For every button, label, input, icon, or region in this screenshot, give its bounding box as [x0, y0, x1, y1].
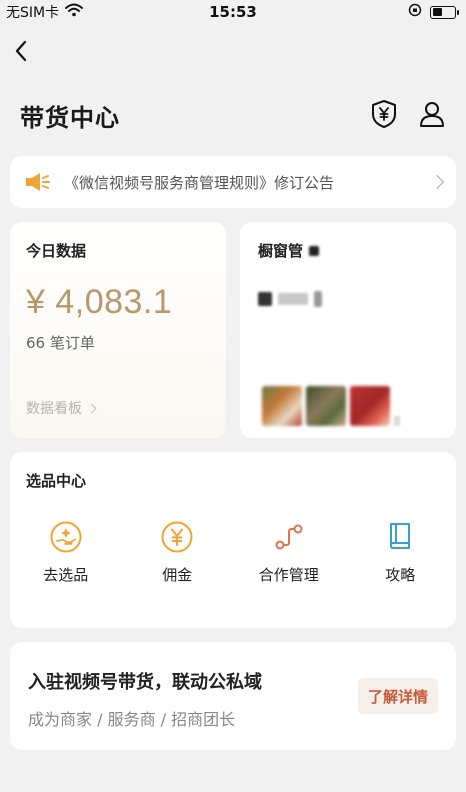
page-title: 带货中心	[20, 104, 120, 132]
announcement-bar[interactable]: 《微信视频号服务商管理规则》修订公告	[10, 156, 456, 208]
redacted-text	[278, 293, 308, 305]
hand-star-icon	[49, 520, 83, 554]
cooperation-management-label: 合作管理	[258, 566, 319, 584]
selection-center-title: 选品中心	[26, 472, 87, 490]
carrier-label: 无SIM卡	[6, 5, 60, 21]
status-bar: 无SIM卡 15:53	[0, 0, 466, 24]
shield-yen-button[interactable]	[368, 98, 400, 130]
chevron-right-icon	[429, 174, 445, 190]
showcase-title-row: 橱窗管	[258, 240, 438, 261]
select-products-label: 去选品	[43, 566, 89, 584]
status-left: 无SIM卡	[6, 2, 84, 22]
product-thumbnail[interactable]	[306, 386, 346, 426]
back-button[interactable]	[8, 36, 34, 66]
product-thumbnail[interactable]	[350, 386, 390, 426]
dashboard-link[interactable]: 数据看板	[26, 398, 97, 418]
chevron-right-icon	[86, 403, 97, 413]
wifi-icon	[65, 3, 84, 21]
battery-icon	[430, 5, 459, 19]
profile-button[interactable]	[416, 98, 448, 130]
cooperation-management-button[interactable]: 合作管理	[233, 520, 345, 585]
connect-nodes-icon	[272, 520, 306, 554]
dashboard-link-label: 数据看板	[26, 401, 82, 417]
megaphone-icon	[26, 173, 50, 191]
learn-more-button[interactable]: 了解详情	[357, 678, 438, 714]
product-thumbnail[interactable]	[262, 386, 302, 426]
selection-center-grid: 去选品 佣金 合作管理 攻略	[10, 520, 456, 585]
commission-button[interactable]: 佣金	[122, 520, 234, 585]
rotation-lock-icon	[408, 3, 422, 21]
today-data-card[interactable]: 今日数据 ¥ 4,083.1 66 笔订单 数据看板	[10, 222, 226, 438]
showcase-card[interactable]: 橱窗管	[240, 222, 456, 438]
person-icon	[420, 102, 444, 127]
redacted-text	[314, 291, 322, 307]
showcase-redacted-line	[258, 291, 438, 307]
status-right	[408, 3, 459, 21]
redacted-text	[309, 245, 320, 256]
guide-button[interactable]: 攻略	[345, 520, 457, 585]
showcase-title: 橱窗管	[258, 242, 304, 260]
back-arrow-icon	[15, 40, 27, 62]
commission-label: 佣金	[162, 566, 193, 584]
showcase-thumbnails	[262, 386, 400, 426]
join-promo-card[interactable]: 入驻视频号带货，联动公私域 成为商家 / 服务商 / 招商团长 了解详情	[10, 642, 456, 750]
today-data-title: 今日数据	[26, 242, 87, 260]
today-order-count: 66 笔订单	[26, 334, 95, 352]
redacted-text	[258, 292, 272, 306]
yen-circle-icon	[160, 520, 194, 554]
redacted-text	[394, 416, 400, 426]
book-icon	[383, 520, 417, 554]
announcement-text: 《微信视频号服务商管理规则》修订公告	[64, 173, 335, 192]
selection-center-card: 选品中心 去选品 佣金 合作管理 攻略	[10, 452, 456, 628]
shield-yen-icon	[372, 100, 396, 128]
select-products-button[interactable]: 去选品	[10, 520, 122, 585]
guide-label: 攻略	[385, 566, 416, 584]
today-sales-amount: ¥ 4,083.1	[26, 283, 173, 321]
